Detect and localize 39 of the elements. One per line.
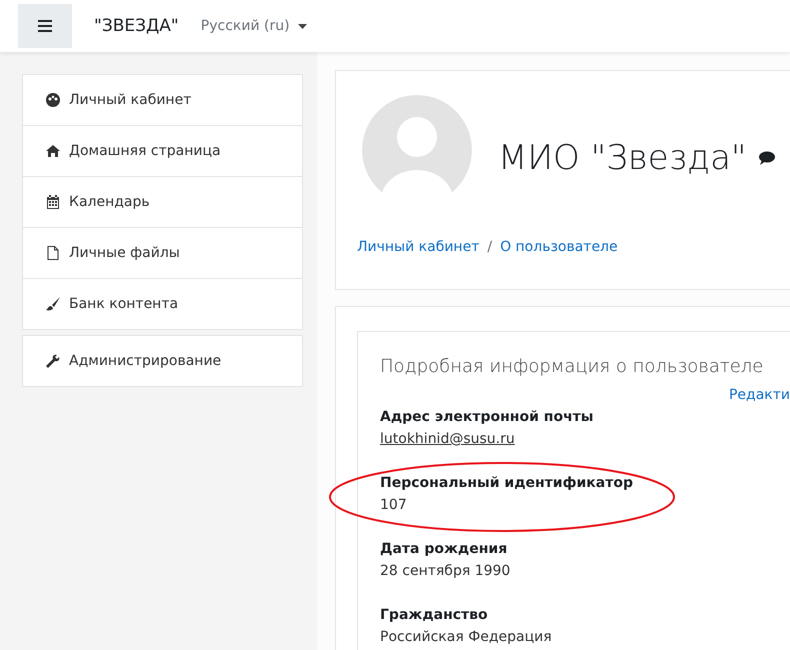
nav-item[interactable]: Банк контента xyxy=(23,278,302,329)
menu-button[interactable] xyxy=(18,4,72,48)
site-name: "ЗВЕЗДА" xyxy=(94,16,179,36)
nav-label: Домашняя страница xyxy=(69,143,221,159)
profile-name: МИО "Звезда" xyxy=(498,101,775,215)
breadcrumb-link[interactable]: О пользователе xyxy=(500,239,618,255)
field-value: 28 сентября 1990 xyxy=(380,563,512,579)
speech-bubble-icon[interactable] xyxy=(758,151,775,165)
nav-label: Банк контента xyxy=(69,296,178,312)
nav-label: Личные файлы xyxy=(69,245,180,261)
nav-item[interactable]: Личные файлы xyxy=(23,227,302,278)
avatar-icon xyxy=(362,95,472,205)
breadcrumb-separator: / xyxy=(487,239,492,255)
caret-icon xyxy=(298,24,307,28)
nav-label: Личный кабинет xyxy=(69,92,192,108)
field-value: Российская Федерация xyxy=(380,629,553,645)
field-label: Адрес электронной почты xyxy=(380,409,594,425)
wrench-icon xyxy=(45,353,61,369)
nav-item[interactable]: Администрирование xyxy=(23,336,302,386)
nav-item[interactable]: Календарь xyxy=(23,176,302,227)
field-label: Гражданство xyxy=(380,607,489,623)
field-label: Дата рождения xyxy=(380,541,508,557)
language-menu[interactable]: Русский (ru) xyxy=(200,18,307,34)
nav-label: Администрирование xyxy=(69,353,222,369)
edit-link[interactable]: Редакти xyxy=(380,387,790,403)
calendar-icon xyxy=(45,194,61,210)
dashboard-icon xyxy=(45,92,61,108)
nav-item[interactable]: Домашняя страница xyxy=(23,125,302,176)
file-icon xyxy=(45,245,61,261)
field-value: 107 xyxy=(380,497,408,513)
field-label: Персональный идентификатор xyxy=(380,475,634,491)
section-title: Подробная информация о пользователе xyxy=(380,356,764,377)
brush-icon xyxy=(45,296,61,312)
email-link[interactable]: lutokhinid@susu.ru xyxy=(380,431,515,447)
nav-label: Календарь xyxy=(69,194,150,210)
nav-item[interactable]: Личный кабинет xyxy=(23,75,302,125)
menu-icon xyxy=(38,20,52,32)
breadcrumb-link[interactable]: Личный кабинет xyxy=(357,239,480,255)
home-icon xyxy=(45,143,61,159)
